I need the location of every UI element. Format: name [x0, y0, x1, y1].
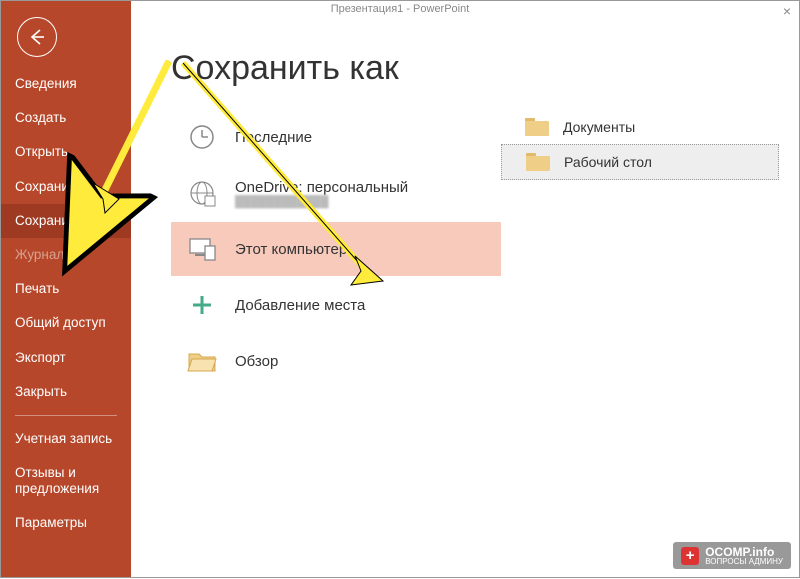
folders-column: Документы Рабочий стол: [501, 110, 799, 390]
watermark-tagline: ВОПРОСЫ АДМИНУ: [705, 558, 783, 566]
location-browse[interactable]: Обзор: [171, 334, 501, 388]
location-onedrive[interactable]: OneDrive: персональный ████████████: [171, 166, 501, 220]
sidebar-item-print[interactable]: Печать: [1, 272, 131, 306]
location-label: Обзор: [235, 353, 278, 370]
location-add-place[interactable]: Добавление места: [171, 278, 501, 332]
sidebar-item-info[interactable]: Сведения: [1, 67, 131, 101]
location-label: Последние: [235, 129, 312, 146]
sidebar-item-open[interactable]: Открыть: [1, 135, 131, 169]
browse-folder-icon: [185, 344, 219, 378]
sidebar-item-account[interactable]: Учетная запись: [1, 422, 131, 456]
title-bar-text: Презентация1 - PowerPoint: [331, 3, 470, 15]
pc-icon: [185, 232, 219, 266]
locations-column: Последние OneDrive: персональный ███████…: [171, 110, 501, 390]
onedrive-icon: [185, 176, 219, 210]
location-recent[interactable]: Последние: [171, 110, 501, 164]
location-label: Этот компьютер: [235, 241, 347, 258]
sidebar-item-feedback[interactable]: Отзывы и предложения: [1, 456, 131, 506]
onedrive-account-blurred: ████████████: [235, 196, 408, 208]
folder-label: Документы: [563, 119, 635, 135]
folder-desktop[interactable]: Рабочий стол: [501, 144, 779, 180]
clock-icon: [185, 120, 219, 154]
arrow-left-icon: [26, 26, 48, 48]
location-label: Добавление места: [235, 297, 365, 314]
back-button[interactable]: [17, 17, 57, 57]
sidebar-item-share[interactable]: Общий доступ: [1, 306, 131, 340]
sidebar-item-save-as[interactable]: Сохранить как: [1, 204, 131, 238]
add-place-icon: [185, 288, 219, 322]
folder-icon: [525, 118, 549, 136]
backstage-sidebar: Сведения Создать Открыть Сохранить Сохра…: [1, 1, 131, 577]
watermark: + OCOMP.info ВОПРОСЫ АДМИНУ: [673, 542, 791, 569]
sidebar-item-new[interactable]: Создать: [1, 101, 131, 135]
main-panel: Сохранить как Последние: [131, 17, 799, 577]
folder-icon: [526, 153, 550, 171]
location-label: OneDrive: персональный: [235, 179, 408, 196]
folder-label: Рабочий стол: [564, 154, 652, 170]
sidebar-item-options[interactable]: Параметры: [1, 506, 131, 540]
location-this-pc[interactable]: Этот компьютер: [171, 222, 501, 276]
sidebar-item-close[interactable]: Закрыть: [1, 375, 131, 409]
sidebar-separator: [15, 415, 117, 416]
watermark-plus-icon: +: [681, 547, 699, 565]
page-title: Сохранить как: [171, 49, 799, 88]
sidebar-item-save[interactable]: Сохранить: [1, 170, 131, 204]
sidebar-item-export[interactable]: Экспорт: [1, 341, 131, 375]
sidebar-item-history: Журнал: [1, 238, 131, 272]
folder-documents[interactable]: Документы: [501, 110, 779, 144]
